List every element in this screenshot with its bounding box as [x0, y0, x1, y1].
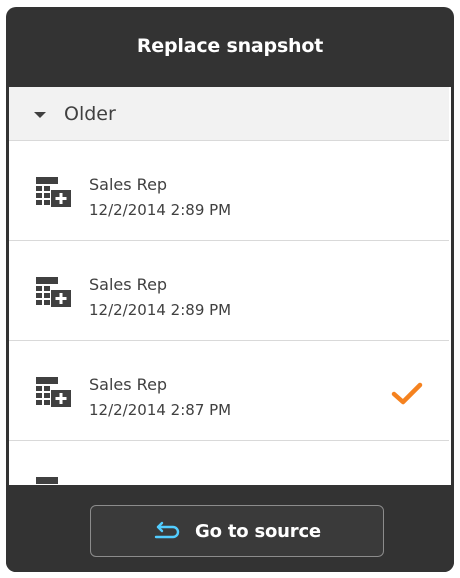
snapshot-name: Sales Rep [89, 275, 168, 294]
dialog-title: Replace snapshot [136, 34, 324, 57]
table-plus-icon [36, 277, 71, 307]
snapshot-date: 12/2/2014 2:89 PM [89, 201, 232, 219]
snapshot-date: 12/2/2014 2:89 PM [89, 301, 232, 319]
table-plus-icon [36, 377, 71, 407]
checkmark-icon [391, 382, 423, 405]
snapshot-date: 12/2/2014 2:87 PM [89, 401, 232, 419]
snapshot-row-selected[interactable]: Sales Rep 12/2/2014 2:87 PM [9, 341, 449, 441]
go-to-source-label: Go to source [195, 520, 321, 542]
snapshot-row[interactable]: Sales Rep 12/2/2014 2:89 PM [9, 141, 449, 241]
return-arrow-icon [154, 521, 180, 539]
group-label: Older [64, 102, 116, 125]
snapshot-row[interactable] [9, 441, 449, 485]
go-to-source-button[interactable]: Go to source [90, 505, 384, 557]
table-plus-icon [36, 177, 71, 207]
snapshot-list[interactable]: Older Sales Rep 12/2/2014 2:89 PM Sales … [9, 87, 451, 485]
dialog-footer: Go to source [6, 485, 454, 572]
snapshot-name: Sales Rep [89, 375, 168, 394]
group-header-older[interactable]: Older [9, 87, 449, 141]
snapshot-name: Sales Rep [89, 175, 168, 194]
table-plus-icon [36, 477, 58, 484]
caret-down-icon[interactable] [34, 111, 46, 118]
snapshot-row[interactable]: Sales Rep 12/2/2014 2:89 PM [9, 241, 449, 341]
replace-snapshot-dialog: Replace snapshot Older Sales Rep 12/2/20… [6, 7, 454, 572]
dialog-header: Replace snapshot [6, 7, 454, 84]
